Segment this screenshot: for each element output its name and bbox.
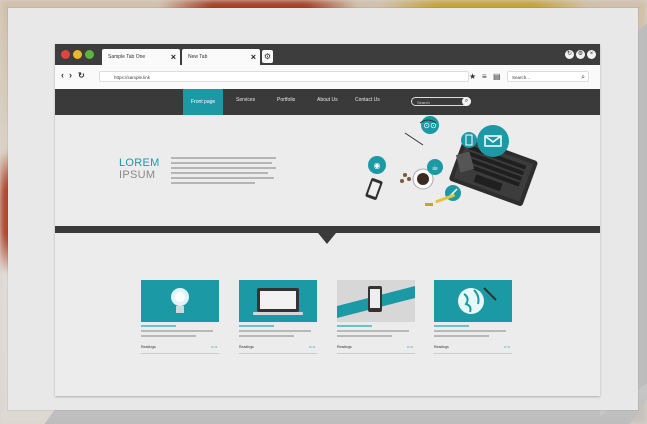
bookmarks-icon[interactable]: ▤ xyxy=(493,72,501,81)
address-input[interactable]: https://sample.link xyxy=(99,71,469,82)
nav-portfolio[interactable]: Portfolio xyxy=(277,97,295,103)
browser-window: Sample Tab One × New Tab × ⚙ ↻ ⚙ × ‹ › ↻… xyxy=(55,44,600,396)
hero-title-line1: LOREM xyxy=(119,157,160,169)
section-divider xyxy=(55,226,600,233)
card-footer-left: Readings xyxy=(434,345,449,349)
site-search-placeholder: Search xyxy=(417,100,430,105)
card[interactable]: Readings •• •• xyxy=(434,280,512,354)
card[interactable]: Readings •• •• xyxy=(141,280,219,354)
maximize-window-button[interactable] xyxy=(85,50,94,59)
tab-label: New Tab xyxy=(188,54,208,60)
smartphone-icon xyxy=(337,280,415,322)
tab-2[interactable]: New Tab × xyxy=(182,49,260,65)
gear-icon[interactable]: ⚙ xyxy=(262,50,273,63)
nav-contact-us[interactable]: Contact Us xyxy=(355,97,380,103)
card-footer-left: Readings xyxy=(141,345,156,349)
hero-section: LOREM IPSUM ⊙⊙ ☕ ◉ xyxy=(55,115,600,226)
svg-text:☕: ☕ xyxy=(431,163,438,172)
card-footer-right: •• •• xyxy=(504,345,510,349)
card-footer-left: Readings xyxy=(239,345,254,349)
card-footer-right: •• •• xyxy=(407,345,413,349)
hero-illustration: ⊙⊙ ☕ ◉ xyxy=(365,116,538,206)
monitor-icon xyxy=(239,280,317,322)
hero-paragraph xyxy=(171,157,276,187)
card-footer-right: •• •• xyxy=(309,345,315,349)
title-bar: Sample Tab One × New Tab × ⚙ ↻ ⚙ × xyxy=(55,44,600,65)
card[interactable]: Readings •• •• xyxy=(337,280,415,354)
tab-label: Sample Tab One xyxy=(108,54,146,60)
card-footer-left: Readings xyxy=(337,345,352,349)
tab-1[interactable]: Sample Tab One × xyxy=(102,49,180,65)
star-icon[interactable]: ★ xyxy=(469,72,476,81)
nav-about-us[interactable]: About Us xyxy=(317,97,338,103)
close-icon[interactable]: × xyxy=(251,49,256,65)
back-icon[interactable]: ‹ xyxy=(61,70,64,80)
nav-services[interactable]: Services xyxy=(236,97,255,103)
globe-icon xyxy=(434,280,512,322)
lightbulb-icon xyxy=(141,280,219,322)
site-nav: Front page Services Portfolio About Us C… xyxy=(55,89,600,115)
minimize-window-button[interactable] xyxy=(73,50,82,59)
card-footer-right: •• •• xyxy=(211,345,217,349)
site-search-input[interactable]: Search ⌕ xyxy=(411,97,471,106)
divider-pointer xyxy=(318,233,336,244)
nav-front-page[interactable]: Front page xyxy=(183,89,224,115)
search-placeholder: Search... xyxy=(512,75,531,80)
settings-icon[interactable]: ⚙ xyxy=(576,50,585,59)
forward-icon[interactable]: › xyxy=(69,70,72,80)
svg-text:◉: ◉ xyxy=(374,161,381,170)
browser-search-input[interactable]: Search... ⌕ xyxy=(507,71,589,82)
close-icon[interactable]: × xyxy=(587,50,596,59)
refresh-icon[interactable]: ↻ xyxy=(565,50,574,59)
hero-title-line2: IPSUM xyxy=(119,169,156,181)
close-window-button[interactable] xyxy=(61,50,70,59)
reload-icon[interactable]: ↻ xyxy=(78,71,85,80)
menu-icon[interactable]: ≡ xyxy=(482,72,487,81)
close-icon[interactable]: × xyxy=(171,49,176,65)
search-icon[interactable]: ⌕ xyxy=(581,72,585,83)
url-bar: ‹ › ↻ https://sample.link ★ ≡ ▤ Search..… xyxy=(55,65,600,90)
search-icon[interactable]: ⌕ xyxy=(462,97,471,106)
card[interactable]: Readings •• •• xyxy=(239,280,317,354)
